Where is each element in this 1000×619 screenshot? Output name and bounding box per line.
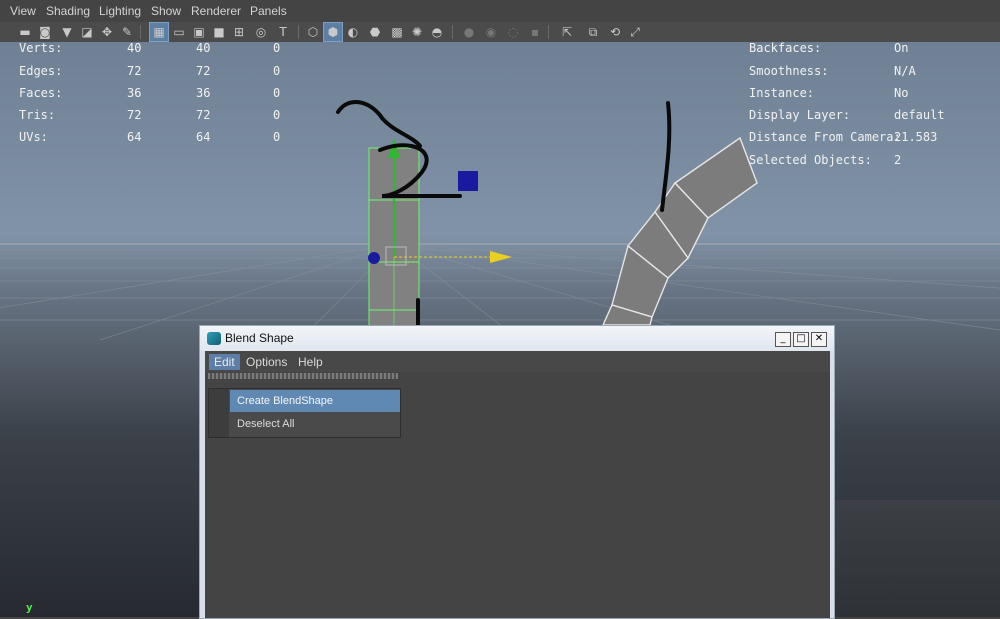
hud-value: N/A	[894, 64, 916, 78]
window-body: Edit Options Help Create BlendShape Dese…	[205, 351, 830, 618]
menu-shading[interactable]: Shading	[46, 4, 90, 18]
field-chart-icon[interactable]: ⊞	[230, 23, 248, 41]
bent-mesh[interactable]	[601, 136, 758, 326]
hud-value: 64	[127, 130, 142, 144]
window-menubar: Edit Options Help	[205, 351, 830, 372]
hud-label: Verts:	[19, 41, 63, 55]
isolate-icon[interactable]: ⧉	[584, 23, 602, 41]
edit-menu-dropdown: Create BlendShape Deselect All	[208, 388, 401, 438]
toolbar-separator	[298, 25, 299, 39]
menu-show[interactable]: Show	[151, 4, 181, 18]
layout-icon[interactable]: ⤢	[626, 23, 644, 41]
menu-renderer[interactable]: Renderer	[191, 4, 241, 18]
hud-value: 40	[127, 41, 142, 55]
hud-label: Instance:	[749, 86, 815, 100]
menu-tearoff-handle[interactable]	[208, 373, 398, 379]
hud-value: 40	[196, 41, 211, 55]
hud-label: Edges:	[19, 64, 63, 78]
camera-pan-icon[interactable]: ✥	[98, 23, 116, 41]
hud-value: 72	[196, 108, 211, 122]
menu-panels[interactable]: Panels	[250, 4, 287, 18]
side-panel-strip	[834, 500, 1000, 617]
panel-toolbar: ▬ ◙ ▼ ◪ ✥ ✎ ▦ ▭ ▣ ■ ⊞ ◎ T ⬡ ⬢ ◐ ⬣ ▩ ✺ ◓ …	[0, 22, 1000, 42]
film-gate-icon[interactable]: ▭	[170, 23, 188, 41]
menu-item-deselect-all[interactable]: Deselect All	[230, 413, 400, 435]
hud-value: default	[894, 108, 945, 122]
resolution-gate-icon[interactable]: ▣	[190, 23, 208, 41]
toolbar-separator	[548, 25, 549, 39]
shadow-icon[interactable]: ◓	[428, 23, 446, 41]
hud-value: On	[894, 41, 909, 55]
wireframe-grid-icon[interactable]: ▦	[149, 22, 169, 42]
hud-value: 0	[273, 86, 281, 100]
hud-label: Display Layer:	[749, 108, 851, 122]
hud-value: 0	[273, 41, 281, 55]
minimize-button[interactable]: _	[775, 332, 791, 347]
axis-label-y: y	[26, 601, 33, 614]
select-icon[interactable]: ⇱	[558, 23, 576, 41]
gate-mask-icon[interactable]: ■	[210, 23, 228, 41]
safe-action-icon[interactable]: ◎	[252, 23, 270, 41]
bookmark-icon[interactable]: ▼	[58, 23, 76, 41]
shaded-cube-icon[interactable]: ⬢	[323, 22, 343, 42]
hud-label: Tris:	[19, 108, 56, 122]
depth-of-field-icon[interactable]: ▪	[526, 23, 544, 41]
anti-alias-icon[interactable]: ◌	[504, 23, 522, 41]
image-plane-icon[interactable]: ◪	[78, 23, 96, 41]
menu-gutter	[209, 389, 229, 437]
window-title: Blend Shape	[225, 331, 294, 345]
grid-paint-icon[interactable]: ✎	[118, 23, 136, 41]
close-button[interactable]: ✕	[811, 332, 827, 347]
hud-value: 36	[196, 86, 211, 100]
maya-app-icon	[207, 332, 221, 345]
motion-blur-icon[interactable]: ◉	[482, 23, 500, 41]
hud-value: 21.583	[894, 130, 938, 144]
hud-label: UVs:	[19, 130, 48, 144]
window-titlebar[interactable]: Blend Shape _ □ ✕	[200, 326, 834, 351]
panel-menubar: View Shading Lighting Show Renderer Pane…	[0, 0, 1000, 22]
hud-label: Smoothness:	[749, 64, 829, 78]
wireframe-on-shaded-icon[interactable]: ◐	[344, 23, 362, 41]
hud-value: No	[894, 86, 909, 100]
menu-lighting[interactable]: Lighting	[99, 4, 141, 18]
video-camera-icon[interactable]: ◙	[36, 23, 54, 41]
menu-help[interactable]: Help	[293, 354, 328, 370]
hud-value: 0	[273, 108, 281, 122]
safe-title-icon[interactable]: T	[274, 23, 292, 41]
menu-item-create-blendshape[interactable]: Create BlendShape	[230, 390, 400, 412]
xray-icon[interactable]: ⬣	[366, 23, 384, 41]
hud-label: Distance From Camera:	[749, 130, 901, 144]
toolbar-separator	[452, 25, 453, 39]
light-icon[interactable]: ✺	[408, 23, 426, 41]
hud-label: Faces:	[19, 86, 63, 100]
camera-icon[interactable]: ▬	[16, 23, 34, 41]
hud-value: 2	[894, 153, 902, 167]
hud-value: 64	[196, 130, 211, 144]
toolbar-separator	[140, 25, 141, 39]
menu-view[interactable]: View	[10, 4, 36, 18]
hud-value: 36	[127, 86, 142, 100]
ambient-occlusion-icon[interactable]: ●	[460, 23, 478, 41]
hud-label: Selected Objects:	[749, 153, 872, 167]
hud-value: 72	[127, 64, 142, 78]
hud-value: 72	[127, 108, 142, 122]
hud-value: 72	[196, 64, 211, 78]
maximize-button[interactable]: □	[793, 332, 809, 347]
blend-shape-window[interactable]: Blend Shape _ □ ✕ Edit Options Help Crea…	[199, 325, 835, 619]
hud-value: 0	[273, 64, 281, 78]
wireframe-cube-icon[interactable]: ⬡	[304, 23, 322, 41]
menu-edit[interactable]: Edit	[209, 354, 240, 370]
hud-value: 0	[273, 130, 281, 144]
menu-options[interactable]: Options	[241, 354, 292, 370]
checker-icon[interactable]: ▩	[388, 23, 406, 41]
reset-icon[interactable]: ⟲	[606, 23, 624, 41]
hud-label: Backfaces:	[749, 41, 822, 55]
